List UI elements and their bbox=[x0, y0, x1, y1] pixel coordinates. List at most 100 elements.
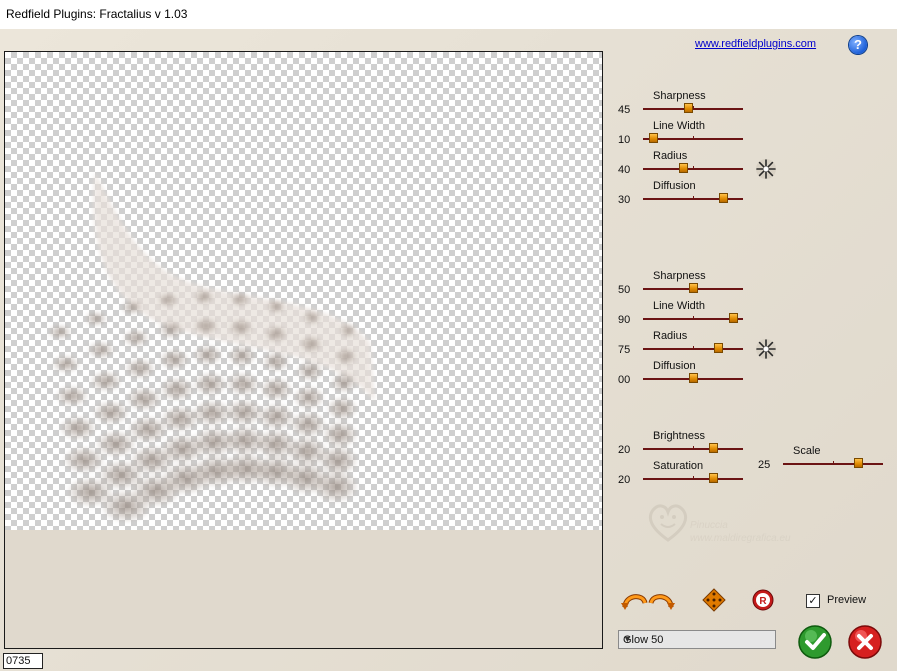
fractal-dot bbox=[228, 346, 256, 366]
fractal-dot bbox=[85, 311, 107, 326]
preview-label: Preview bbox=[827, 594, 867, 606]
slider-thumb[interactable] bbox=[689, 283, 698, 293]
fractal-dot bbox=[158, 292, 178, 307]
slider-line-width-2[interactable]: 90 Line Width bbox=[618, 300, 748, 326]
fractal-dot bbox=[323, 421, 357, 448]
fractal-dot bbox=[297, 361, 323, 381]
fractal-dot bbox=[327, 397, 357, 420]
preview-checkbox[interactable]: ✓ bbox=[806, 594, 820, 608]
fractal-dot bbox=[331, 372, 357, 393]
ok-button[interactable] bbox=[798, 625, 832, 659]
slider-track[interactable] bbox=[643, 283, 743, 293]
slider-value: 00 bbox=[618, 374, 631, 386]
fractal-dot bbox=[314, 471, 358, 502]
slider-label: Sharpness bbox=[653, 270, 706, 282]
slider-scale[interactable]: 25 Scale bbox=[758, 445, 888, 471]
slider-thumb[interactable] bbox=[729, 313, 738, 323]
fractal-dot bbox=[121, 300, 143, 315]
slider-thumb[interactable] bbox=[709, 443, 718, 453]
cancel-button[interactable] bbox=[848, 625, 882, 659]
title-bar: Redfield Plugins: Fractalius v 1.03 bbox=[0, 0, 897, 29]
slider-track[interactable] bbox=[643, 443, 743, 453]
slider-thumb[interactable] bbox=[649, 133, 658, 143]
slider-track[interactable] bbox=[783, 458, 883, 468]
slider-line-width-1[interactable]: 10 Line Width bbox=[618, 120, 748, 146]
slider-track[interactable] bbox=[643, 103, 743, 113]
slider-label: Scale bbox=[793, 445, 821, 457]
slider-label: Radius bbox=[653, 150, 688, 162]
window-title: Redfield Plugins: Fractalius v 1.03 bbox=[6, 7, 188, 21]
slider-thumb[interactable] bbox=[679, 163, 688, 173]
slider-label: Sharpness bbox=[653, 90, 706, 102]
fractal-dot bbox=[260, 377, 292, 401]
slider-value: 90 bbox=[618, 314, 631, 326]
help-button[interactable]: ? bbox=[849, 36, 867, 54]
fractal-dot bbox=[230, 292, 250, 307]
redfield-website-link[interactable]: www.redfieldplugins.com bbox=[695, 38, 816, 50]
slider-value: 25 bbox=[758, 459, 771, 471]
random-dice-icon[interactable] bbox=[702, 588, 726, 612]
fractal-dot bbox=[262, 351, 290, 372]
check-mark-icon: ✓ bbox=[808, 595, 818, 607]
slider-saturation[interactable]: 20 Saturation bbox=[618, 460, 748, 486]
fractal-dot bbox=[226, 399, 262, 425]
slider-label: Brightness bbox=[653, 430, 705, 442]
fractal-dot bbox=[52, 355, 80, 373]
undo-redo-icon[interactable] bbox=[621, 589, 675, 611]
slider-label: Diffusion bbox=[653, 180, 696, 192]
slider-value: 75 bbox=[618, 344, 631, 356]
fractal-dot bbox=[160, 377, 194, 401]
slider-diffusion-2[interactable]: 00 Diffusion bbox=[618, 360, 748, 386]
slider-value: 10 bbox=[618, 134, 631, 146]
fractal-dot bbox=[194, 317, 218, 335]
slider-thumb[interactable] bbox=[854, 458, 863, 468]
slider-label: Line Width bbox=[653, 120, 705, 132]
fractal-dot bbox=[125, 358, 155, 379]
fractal-dot bbox=[265, 325, 287, 343]
slider-thumb[interactable] bbox=[719, 193, 728, 203]
slider-brightness[interactable]: 20 Brightness bbox=[618, 430, 748, 456]
slider-radius-1[interactable]: 40 Radius bbox=[618, 150, 748, 176]
slider-track[interactable] bbox=[643, 343, 743, 353]
fractal-dot bbox=[64, 447, 104, 473]
fractal-dot bbox=[290, 411, 326, 438]
status-counter: 0735 bbox=[3, 653, 43, 669]
slider-label: Diffusion bbox=[653, 360, 696, 372]
fractal-dot bbox=[303, 310, 321, 325]
slider-track[interactable] bbox=[643, 193, 743, 203]
slider-track[interactable] bbox=[643, 133, 743, 143]
slider-thumb[interactable] bbox=[684, 103, 693, 113]
slider-diffusion-1[interactable]: 30 Diffusion bbox=[618, 180, 748, 206]
fractal-dot bbox=[229, 319, 253, 336]
slider-thumb[interactable] bbox=[714, 343, 723, 353]
watermark-url: www.maldiregrafica.eu bbox=[690, 533, 791, 544]
preset-dropdown[interactable]: Glow 50 ▼ bbox=[618, 630, 776, 649]
slider-thumb[interactable] bbox=[689, 373, 698, 383]
slider-track[interactable] bbox=[643, 373, 743, 383]
fractal-dot bbox=[88, 341, 114, 359]
slider-value: 20 bbox=[618, 474, 631, 486]
slider-track[interactable] bbox=[643, 163, 743, 173]
random-seed-star-icon[interactable] bbox=[755, 338, 777, 360]
preview-area[interactable] bbox=[4, 51, 603, 649]
fractal-dot bbox=[128, 416, 168, 443]
random-seed-star-icon[interactable] bbox=[755, 158, 777, 180]
fractal-dot bbox=[56, 386, 88, 406]
slider-track[interactable] bbox=[643, 313, 743, 323]
fractal-dot bbox=[300, 335, 322, 353]
slider-track[interactable] bbox=[643, 473, 743, 483]
slider-radius-2[interactable]: 75 Radius bbox=[618, 330, 748, 356]
reset-icon[interactable]: R bbox=[752, 589, 774, 611]
slider-value: 30 bbox=[618, 194, 631, 206]
slider-value: 40 bbox=[618, 164, 631, 176]
fractal-dot bbox=[340, 323, 356, 338]
slider-sharpness-2[interactable]: 50 Sharpness bbox=[618, 270, 748, 296]
fractal-dot bbox=[96, 431, 136, 457]
question-icon: ? bbox=[854, 37, 862, 52]
slider-thumb[interactable] bbox=[709, 473, 718, 483]
slider-label: Radius bbox=[653, 330, 688, 342]
fractal-dot bbox=[227, 372, 259, 396]
fractal-dot bbox=[127, 387, 161, 411]
fractal-dot bbox=[193, 400, 231, 426]
slider-sharpness-1[interactable]: 45 Sharpness bbox=[618, 90, 748, 116]
